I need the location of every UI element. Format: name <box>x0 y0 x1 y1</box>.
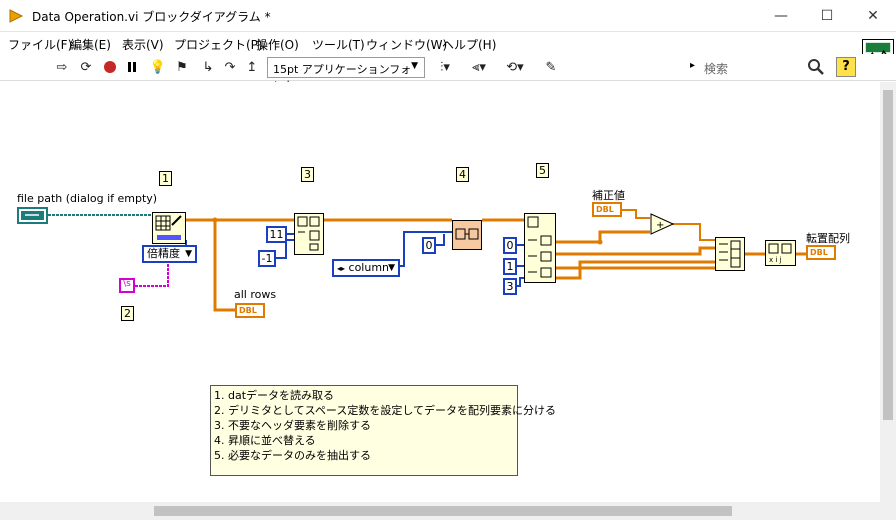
toolbar: ⇨ ⟳ 💡 ⚑ ↳ ↷ ↥ 15pt アプリケーションフォント ▼ ⫶▾ ⫷▾ … <box>0 54 896 92</box>
menu-help[interactable]: ヘルプ(H) <box>442 36 496 53</box>
precision-selector[interactable]: 倍精度 ▼ <box>142 245 197 263</box>
maximize-button[interactable]: ☐ <box>804 0 850 32</box>
correction-control[interactable]: DBL <box>592 202 622 217</box>
precision-value: 倍精度 <box>147 247 180 260</box>
search-icon[interactable] <box>806 57 826 77</box>
close-button[interactable]: ✕ <box>850 0 896 32</box>
enum-arrows-icon: ◂▸ <box>337 264 346 273</box>
minimize-button[interactable]: — <box>758 0 804 32</box>
scroll-corner <box>880 502 896 520</box>
menu-file[interactable]: ファイル(F) <box>8 36 72 53</box>
clean-up-diagram-icon[interactable]: ✎ <box>540 57 562 77</box>
comment-line-2: 2. デリミタとしてスペース定数を設定してデータを配列要素に分ける <box>214 404 557 417</box>
menu-project[interactable]: プロジェクト(P) <box>174 36 263 53</box>
menu-window[interactable]: ウィンドウ(W) <box>366 36 447 53</box>
search-placeholder: 検索 <box>704 62 729 76</box>
step-marker-5: 5 <box>536 163 549 178</box>
step-into-icon[interactable]: ↳ <box>198 57 218 77</box>
title-bar: Data Operation.vi ブロックダイアグラム * — ☐ ✕ <box>0 0 896 32</box>
const-11[interactable]: 11 <box>266 226 287 243</box>
comment-line-5: 5. 必要なデータのみを抽出する <box>214 449 371 462</box>
transpose-indicator[interactable]: DBL <box>806 245 836 260</box>
const-0b[interactable]: 0 <box>503 237 517 254</box>
comment-box[interactable]: 1. datデータを読み取る 2. デリミタとしてスペース定数を設定してデータを… <box>210 385 557 476</box>
correction-label: 補正値 <box>592 189 625 202</box>
build-array-node[interactable] <box>715 237 745 271</box>
comment-line-4: 4. 昇順に並べ替える <box>214 434 316 447</box>
chevron-down-icon: ▼ <box>185 249 192 259</box>
horizontal-scroll-thumb[interactable] <box>154 506 732 516</box>
menu-tools[interactable]: ツール(T) <box>312 36 365 53</box>
chevron-down-icon: ▼ <box>388 263 395 273</box>
svg-text:+: + <box>656 220 664 231</box>
const-0a[interactable]: 0 <box>422 237 436 254</box>
transpose-array-node[interactable]: x i j <box>765 240 796 266</box>
menu-operate[interactable]: 操作(O) <box>256 36 299 53</box>
step-marker-1: 1 <box>159 171 172 186</box>
menu-edit[interactable]: 編集(E) <box>70 36 111 53</box>
menu-view[interactable]: 表示(V) <box>122 36 164 53</box>
step-marker-4: 4 <box>456 167 469 182</box>
add-function-node[interactable]: + <box>650 213 674 235</box>
step-marker-3: 3 <box>301 167 314 182</box>
index-array-node[interactable] <box>524 213 556 283</box>
file-path-terminal[interactable] <box>17 207 48 224</box>
transpose-label: 転置配列 <box>806 232 850 245</box>
all-rows-indicator[interactable]: DBL <box>235 303 265 318</box>
read-spreadsheet-node[interactable] <box>152 212 186 244</box>
menu-bar: ファイル(F) 編集(E) 表示(V) プロジェクト(P) 操作(O) ツール(… <box>0 32 896 54</box>
highlight-execution-icon[interactable]: 💡 <box>148 57 168 77</box>
window-title: Data Operation.vi ブロックダイアグラム * <box>32 10 271 24</box>
align-objects-icon[interactable]: ⫶▾ <box>432 57 458 77</box>
step-out-icon[interactable]: ↥ <box>242 57 262 77</box>
distribute-objects-icon[interactable]: ⫷▾ <box>466 57 492 77</box>
const-3[interactable]: 3 <box>503 278 517 295</box>
reorder-icon[interactable]: ⟲▾ <box>502 57 528 77</box>
comment-line-3: 3. 不要なヘッダ要素を削除する <box>214 419 371 432</box>
delimiter-constant[interactable]: \s <box>119 278 135 293</box>
step-over-icon[interactable]: ↷ <box>220 57 240 77</box>
all-rows-label: all rows <box>234 288 277 301</box>
sort-array-node[interactable] <box>452 220 482 250</box>
labview-app-icon <box>9 9 24 23</box>
abort-icon[interactable] <box>100 57 120 77</box>
context-help-button[interactable]: ? <box>836 57 856 77</box>
vertical-scroll-thumb[interactable] <box>883 90 893 420</box>
const-neg1[interactable]: -1 <box>258 250 276 267</box>
const-1[interactable]: 1 <box>503 258 517 275</box>
pause-icon[interactable] <box>122 57 142 77</box>
svg-text:x i j: x i j <box>769 256 782 264</box>
column-enum-constant[interactable]: ◂▸ column ▼ <box>332 259 400 277</box>
file-path-label: file path (dialog if empty) <box>17 192 158 205</box>
retain-wire-values-icon[interactable]: ⚑ <box>172 57 192 77</box>
column-enum-value: column <box>348 261 390 274</box>
search-caret-icon: ▸ <box>690 60 696 71</box>
comment-line-1: 1. datデータを読み取る <box>214 389 335 402</box>
chevron-down-icon: ▼ <box>411 61 418 71</box>
font-select[interactable]: 15pt アプリケーションフォント ▼ <box>267 57 425 92</box>
run-continuously-icon[interactable]: ⟳ <box>76 57 96 77</box>
block-diagram-canvas[interactable]: file path (dialog if empty) 1 3 4 5 2 倍精… <box>0 82 880 502</box>
run-arrow-icon[interactable]: ⇨ <box>52 57 72 77</box>
delete-from-array-node[interactable] <box>294 213 324 255</box>
step-marker-2: 2 <box>121 306 134 321</box>
